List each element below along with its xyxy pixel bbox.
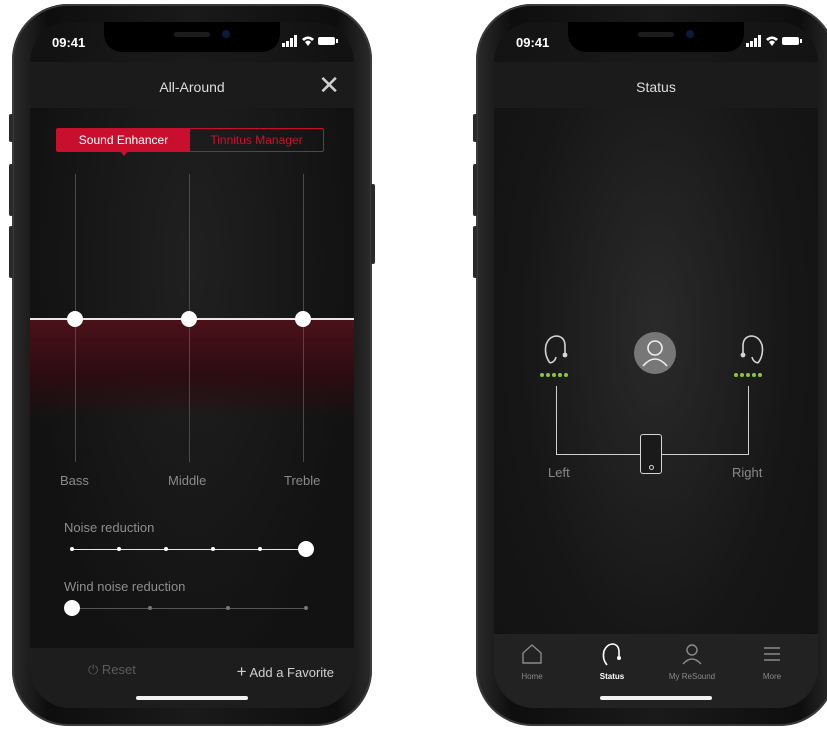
tab-more-label: More bbox=[762, 672, 782, 681]
status-bar: 09:41 bbox=[494, 22, 818, 62]
home-indicator[interactable] bbox=[600, 696, 712, 700]
left-connection-line bbox=[556, 386, 641, 455]
signal-wifi-battery-icon bbox=[282, 35, 338, 50]
signal-wifi-battery-icon bbox=[746, 35, 802, 50]
nav-bar: Status bbox=[494, 62, 818, 108]
tab-more[interactable]: More bbox=[732, 642, 812, 681]
status-time: 09:41 bbox=[52, 35, 86, 50]
tab-my-resound-label: My ReSound bbox=[668, 672, 716, 681]
wind-noise-reduction-handle[interactable] bbox=[64, 600, 80, 616]
right-phone: 09:41 Status Left Right Home Status My R… bbox=[473, 4, 827, 726]
page-title: Status bbox=[636, 79, 676, 95]
tab-status[interactable]: Status bbox=[572, 642, 652, 681]
tab-my-resound[interactable]: My ReSound bbox=[652, 642, 732, 681]
wind-noise-reduction-label: Wind noise reduction bbox=[64, 579, 186, 594]
nav-bar: All-Around ✕ bbox=[30, 62, 354, 108]
tab-status-label: Status bbox=[599, 672, 625, 681]
bass-slider-handle[interactable] bbox=[67, 311, 83, 327]
plus-icon: + bbox=[236, 662, 247, 681]
wind-noise-reduction-slider[interactable] bbox=[64, 600, 308, 616]
power-icon: ⏻ bbox=[88, 662, 99, 677]
left-hearing-aid-icon bbox=[544, 335, 568, 364]
tab-home-label: Home bbox=[521, 672, 543, 681]
program-segmented-control: Sound Enhancer Tinnitus Manager bbox=[56, 128, 324, 156]
phone-icon bbox=[640, 434, 662, 474]
treble-label: Treble bbox=[284, 473, 321, 488]
right-hearing-aid-icon bbox=[740, 335, 764, 364]
left-battery-indicator bbox=[540, 373, 570, 377]
home-icon bbox=[494, 642, 572, 670]
right-connection-line bbox=[660, 386, 749, 455]
tab-home[interactable]: Home bbox=[494, 642, 572, 681]
reset-button[interactable]: ⏻ Reset bbox=[88, 662, 136, 678]
add-favorite-button[interactable]: + Add a Favorite bbox=[237, 662, 334, 682]
noise-reduction-slider[interactable] bbox=[70, 541, 314, 557]
page-title: All-Around bbox=[159, 79, 225, 95]
left-label: Left bbox=[548, 465, 570, 480]
close-icon[interactable]: ✕ bbox=[318, 72, 340, 98]
noise-reduction-handle[interactable] bbox=[298, 541, 314, 557]
status-time: 09:41 bbox=[516, 35, 550, 50]
treble-slider-handle[interactable] bbox=[295, 311, 311, 327]
right-label: Right bbox=[732, 465, 763, 480]
reset-label: Reset bbox=[101, 662, 136, 677]
left-phone: 09:41 All-Around ✕ Sound Enhancer Tinnit… bbox=[9, 4, 375, 726]
menu-icon bbox=[732, 642, 812, 670]
right-battery-indicator bbox=[734, 373, 764, 377]
middle-slider-handle[interactable] bbox=[181, 311, 197, 327]
left-screen: 09:41 All-Around ✕ Sound Enhancer Tinnit… bbox=[30, 22, 354, 708]
avatar[interactable] bbox=[634, 332, 676, 374]
status-bar: 09:41 bbox=[30, 22, 354, 62]
person-icon bbox=[642, 340, 668, 367]
middle-label: Middle bbox=[168, 473, 207, 488]
noise-reduction-label: Noise reduction bbox=[64, 520, 155, 535]
home-indicator[interactable] bbox=[136, 696, 248, 700]
equalizer-fill bbox=[30, 320, 354, 420]
bass-label: Bass bbox=[60, 473, 89, 488]
right-screen: 09:41 Status Left Right Home Status My R… bbox=[494, 22, 818, 708]
person-icon bbox=[652, 642, 732, 670]
tab-tinnitus-manager[interactable]: Tinnitus Manager bbox=[190, 129, 323, 151]
add-favorite-label: Add a Favorite bbox=[249, 665, 334, 680]
hearing-aid-icon bbox=[572, 642, 652, 670]
tab-sound-enhancer[interactable]: Sound Enhancer bbox=[57, 129, 190, 156]
